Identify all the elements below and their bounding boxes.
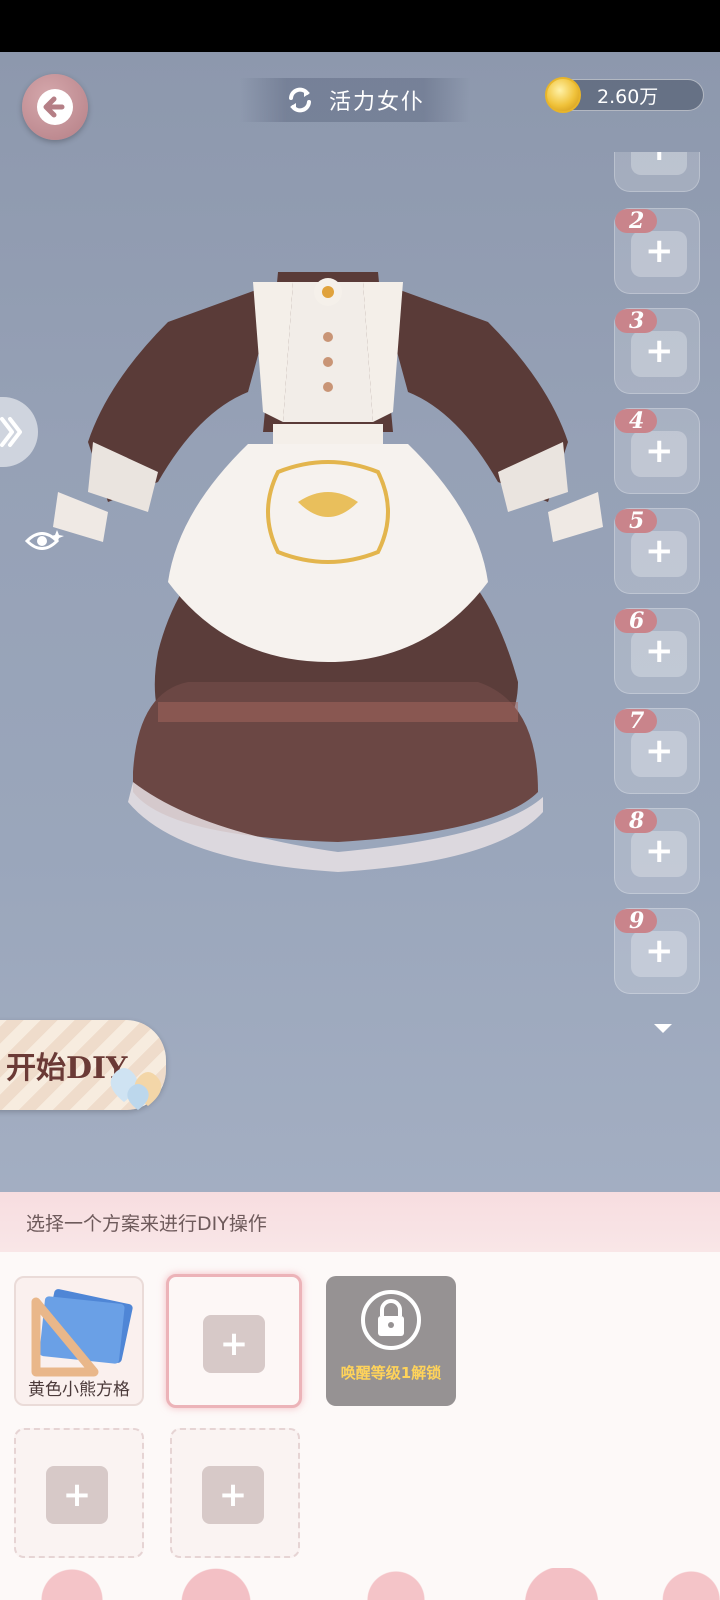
add-icon: + bbox=[645, 331, 674, 371]
scheme-slot-1[interactable]: + bbox=[614, 152, 700, 192]
outfit-title-bar[interactable]: 活力女仆 bbox=[240, 78, 470, 122]
scheme-card-2[interactable]: + bbox=[166, 1274, 302, 1408]
coin-icon bbox=[545, 77, 581, 113]
add-icon: + bbox=[645, 831, 674, 871]
unlock-requirement: 唤醒等级1解锁 bbox=[340, 1364, 442, 1382]
cloud-decoration bbox=[0, 1568, 720, 1600]
add-icon: + bbox=[645, 231, 674, 271]
add-icon: + bbox=[645, 631, 674, 671]
back-arrow-icon bbox=[37, 89, 73, 125]
scheme-slot-3[interactable]: + 3 bbox=[614, 308, 700, 394]
panel-instruction: 选择一个方案来进行DIY操作 bbox=[26, 1212, 267, 1235]
outfit-stage: 活力女仆 2.60万 + 2 + 3 + 4 + 5 + 6 + 7 + 8 +… bbox=[0, 52, 720, 1192]
scheme-card-label: 黄色小熊方格 bbox=[28, 1380, 130, 1400]
slot-number: 8 bbox=[615, 809, 657, 833]
scheme-card-3[interactable]: 唤醒等级1解锁 bbox=[326, 1276, 456, 1406]
slot-number: 4 bbox=[615, 409, 657, 433]
scheme-slot-4[interactable]: + 4 bbox=[614, 408, 700, 494]
chevron-right-icon bbox=[0, 417, 22, 447]
scheme-slot-list[interactable]: + + 2 + 3 + 4 + 5 + 6 + 7 bbox=[612, 152, 704, 1018]
add-icon: + bbox=[645, 931, 674, 971]
scheme-slot-8[interactable]: + 8 bbox=[614, 808, 700, 894]
coin-amount: 2.60万 bbox=[597, 85, 659, 108]
add-icon: + bbox=[202, 1466, 264, 1524]
heart-decoration-icon bbox=[110, 1068, 162, 1110]
outfit-title: 活力女仆 bbox=[328, 90, 425, 115]
add-icon: + bbox=[645, 531, 674, 571]
scheme-slot-2[interactable]: + 2 bbox=[614, 208, 700, 294]
scheme-slot-5[interactable]: + 5 bbox=[614, 508, 700, 594]
slot-number: 3 bbox=[615, 309, 657, 333]
scheme-card-4[interactable]: + bbox=[14, 1428, 144, 1558]
scheme-slot-7[interactable]: + 7 bbox=[614, 708, 700, 794]
maid-dress-preview[interactable] bbox=[48, 212, 608, 892]
scheme-card-5[interactable]: + bbox=[170, 1428, 300, 1558]
add-icon: + bbox=[645, 731, 674, 771]
slot-number: 5 bbox=[615, 509, 657, 533]
add-icon: + bbox=[645, 431, 674, 471]
slot-number: 7 bbox=[615, 709, 657, 733]
slot-number: 9 bbox=[615, 909, 657, 933]
blueprint-icon bbox=[31, 1289, 133, 1377]
scheme-panel: 选择一个方案来进行DIY操作 黄色小熊方格 + 唤醒等级1解锁 + + bbox=[0, 1192, 720, 1600]
scheme-card-1[interactable]: 黄色小熊方格 bbox=[14, 1276, 144, 1406]
scheme-slot-9[interactable]: + 9 bbox=[614, 908, 700, 994]
add-icon: + bbox=[645, 152, 674, 167]
coin-balance[interactable]: 2.60万 bbox=[545, 77, 704, 113]
panel-header: 选择一个方案来进行DIY操作 bbox=[0, 1192, 720, 1252]
add-icon: + bbox=[46, 1466, 108, 1524]
back-button[interactable] bbox=[22, 74, 88, 140]
add-icon: + bbox=[203, 1315, 265, 1373]
slot-number: 2 bbox=[615, 209, 657, 233]
slot-number: 6 bbox=[615, 609, 657, 633]
refresh-icon[interactable] bbox=[285, 85, 315, 115]
status-bar bbox=[0, 0, 720, 52]
scheme-slot-6[interactable]: + 6 bbox=[614, 608, 700, 694]
expand-panel-button[interactable] bbox=[0, 397, 38, 467]
lock-icon bbox=[361, 1290, 421, 1350]
triangle-down-icon[interactable] bbox=[654, 1024, 672, 1033]
